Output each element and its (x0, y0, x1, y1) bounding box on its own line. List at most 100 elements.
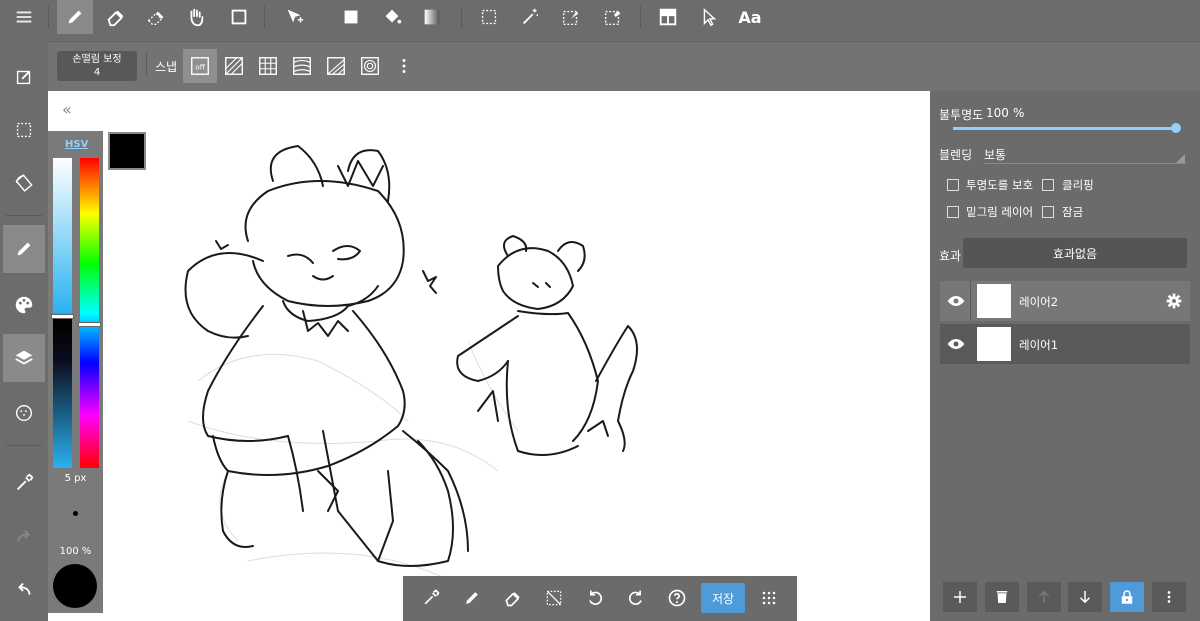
rotate-canvas-icon[interactable] (3, 159, 45, 207)
brush-preview[interactable] (53, 564, 97, 608)
snap-label: 스냅 (155, 60, 178, 74)
draft-layer-label: 밑그림 레이어 (966, 205, 1034, 219)
fill-square-icon[interactable] (333, 0, 369, 34)
add-layer-icon[interactable] (943, 582, 977, 612)
opacity-value: 100 (986, 106, 1009, 120)
more-vert-icon[interactable] (1152, 582, 1186, 612)
divider (146, 53, 147, 75)
dropdown-corner-icon (1176, 154, 1185, 163)
saturation-value-slider[interactable] (53, 158, 72, 468)
protect-alpha-label: 투명도를 보호 (966, 178, 1034, 192)
snap-grid-icon[interactable] (251, 49, 285, 83)
pencil-icon[interactable] (57, 0, 93, 34)
layer-name: 레이어1 (1019, 338, 1059, 352)
select-icon[interactable] (3, 106, 45, 154)
protect-alpha-checkbox[interactable] (947, 179, 959, 191)
layer-name: 레이어2 (1019, 295, 1059, 309)
collapse-panel-icon[interactable]: « (62, 100, 72, 119)
stabilizer-label: 손떨림 보정 (72, 54, 122, 65)
undo-icon[interactable] (3, 566, 45, 614)
snap-parallel-icon[interactable] (217, 49, 251, 83)
pointer-icon[interactable] (691, 0, 727, 34)
pen-icon[interactable] (458, 584, 486, 612)
eraser-icon[interactable] (98, 0, 134, 34)
hue-slider-handle[interactable] (78, 322, 101, 327)
magic-wand-icon[interactable] (512, 0, 548, 34)
layers-icon[interactable] (3, 334, 45, 382)
brush-opacity-label: 100 % (59, 546, 92, 557)
top-toolbar: Aa (0, 0, 1200, 40)
save-button[interactable]: 저장 (701, 583, 745, 613)
color-mode-toggle[interactable]: HSV (65, 139, 88, 150)
move-up-icon[interactable] (1027, 582, 1061, 612)
hue-slider[interactable] (80, 158, 99, 468)
visibility-eye-icon[interactable] (946, 291, 966, 311)
blend-mode-select[interactable]: 보통 (984, 146, 1006, 163)
effect-button[interactable]: 효과없음 (963, 238, 1187, 268)
select-rect-icon[interactable] (471, 0, 507, 34)
effect-label: 효과 (939, 249, 962, 263)
redo-icon[interactable] (622, 584, 650, 612)
layer-item[interactable]: 레이어1 (940, 324, 1190, 364)
redo-icon[interactable] (3, 513, 45, 561)
visibility-eye-icon[interactable] (946, 334, 966, 354)
panel-icon[interactable] (650, 0, 686, 34)
draft-layer-checkbox[interactable] (947, 206, 959, 218)
texture-icon[interactable] (3, 389, 45, 437)
move-icon[interactable] (277, 0, 313, 34)
snap-off-label: off (195, 63, 205, 72)
gear-icon[interactable] (1166, 293, 1182, 309)
edit-icon[interactable] (3, 53, 45, 101)
clipping-label: 클리핑 (1062, 178, 1094, 192)
square-outline-icon[interactable] (221, 0, 257, 34)
undo-icon[interactable] (581, 584, 609, 612)
eyedropper-icon[interactable] (417, 584, 445, 612)
opacity-slider[interactable] (953, 127, 1176, 130)
current-color-swatch[interactable] (108, 132, 146, 170)
move-down-icon[interactable] (1068, 582, 1102, 612)
brush-icon[interactable] (3, 225, 45, 273)
snap-perspective-icon[interactable] (319, 49, 353, 83)
eraser-icon[interactable] (499, 584, 527, 612)
divider (461, 6, 462, 28)
divider (640, 6, 641, 28)
brush-size-label: 5 px (64, 473, 87, 484)
blend-underline (984, 163, 1186, 164)
divider (264, 6, 265, 28)
delete-layer-icon[interactable] (985, 582, 1019, 612)
clipping-checkbox[interactable] (1042, 179, 1054, 191)
left-sidebar (0, 41, 48, 621)
layer-item[interactable]: 레이어2 (940, 281, 1190, 321)
more-vert-icon[interactable] (389, 49, 419, 83)
gradient-icon[interactable] (414, 0, 450, 34)
palette-icon[interactable] (3, 281, 45, 329)
layer-thumbnail (977, 327, 1011, 361)
help-icon[interactable] (663, 584, 691, 612)
text-icon[interactable]: Aa (732, 0, 768, 34)
lock-icon[interactable] (1110, 582, 1144, 612)
select-pen-icon[interactable] (553, 0, 589, 34)
opacity-slider-handle[interactable] (1171, 123, 1181, 133)
grid-dots-icon[interactable] (755, 584, 783, 612)
divider (48, 6, 49, 28)
snap-off-icon[interactable]: off (183, 49, 217, 83)
layer-thumbnail (977, 284, 1011, 318)
hand-icon[interactable] (178, 0, 214, 34)
deselect-icon[interactable] (540, 584, 568, 612)
snap-curve-icon[interactable] (285, 49, 319, 83)
saturation-slider-handle[interactable] (51, 314, 74, 319)
opacity-unit: % (1013, 106, 1025, 120)
snap-concentric-icon[interactable] (353, 49, 387, 83)
menu-icon[interactable] (6, 0, 42, 34)
eyedropper-icon[interactable] (3, 459, 45, 507)
drawing-canvas[interactable] (48, 91, 930, 621)
brush-size-preview (73, 511, 78, 516)
lock-checkbox[interactable] (1042, 206, 1054, 218)
stabilizer-button[interactable]: 손떨림 보정 4 (57, 51, 137, 81)
stabilizer-value: 4 (93, 67, 101, 78)
opacity-label: 불투명도 (939, 108, 984, 122)
bucket-icon[interactable] (374, 0, 410, 34)
blur-eraser-icon[interactable] (138, 0, 174, 34)
sketch-artwork (184, 145, 638, 612)
select-eraser-icon[interactable] (595, 0, 631, 34)
